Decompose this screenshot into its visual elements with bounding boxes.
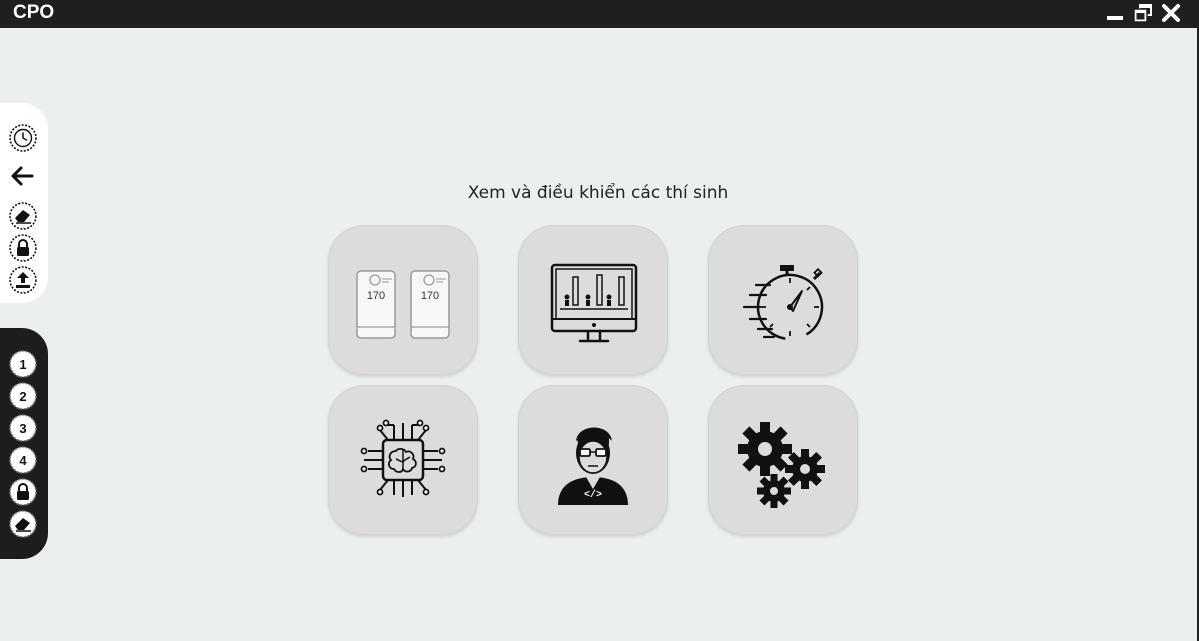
- monitor-chart-tile[interactable]: [518, 225, 668, 375]
- contestant-3-label: 3: [19, 421, 26, 436]
- minimize-icon[interactable]: [1105, 3, 1125, 23]
- stopwatch-icon: [742, 265, 824, 341]
- contestant-1-label: 1: [19, 357, 26, 372]
- page-heading: Xem và điều khiển các thí sinh: [467, 183, 729, 203]
- settings-tile[interactable]: [708, 385, 858, 535]
- contestant-4-label: 4: [19, 453, 27, 468]
- card-1-value: 170: [367, 290, 385, 302]
- title-bar: CPO: [0, 0, 1199, 28]
- lock-icon[interactable]: [8, 233, 38, 263]
- contestant-3-button[interactable]: 3: [8, 413, 38, 443]
- gears-icon: [738, 422, 825, 508]
- clock-icon[interactable]: [8, 123, 38, 153]
- contestant-2-button[interactable]: 2: [8, 381, 38, 411]
- contestant-2-label: 2: [19, 389, 26, 404]
- contestant-4-button[interactable]: 4: [8, 445, 38, 475]
- contestant-cards-tile[interactable]: 170 170: [328, 225, 478, 375]
- sidebar-tools: [0, 103, 48, 303]
- code-symbol: </>: [584, 489, 602, 501]
- eraser-icon[interactable]: [8, 509, 38, 539]
- lock-icon[interactable]: [8, 477, 38, 507]
- arrow-left-icon[interactable]: [8, 161, 38, 191]
- contestant-1-button[interactable]: 1: [8, 349, 38, 379]
- ai-chip-tile[interactable]: [328, 385, 478, 535]
- stopwatch-tile[interactable]: [708, 225, 858, 375]
- ai-chip-brain-icon: [360, 419, 446, 497]
- monitor-chart-icon: [550, 263, 638, 343]
- app-title: CPO: [13, 2, 55, 23]
- window-controls: [1105, 3, 1181, 23]
- sidebar-contestants: 1 2 3 4: [0, 328, 48, 559]
- programmer-tile[interactable]: </>: [518, 385, 668, 535]
- card-2-value: 170: [421, 290, 439, 302]
- programmer-icon: </>: [558, 427, 628, 505]
- close-icon[interactable]: [1161, 3, 1181, 23]
- contestant-cards-icon: 170 170: [356, 270, 450, 339]
- eraser-icon[interactable]: [8, 201, 38, 231]
- restore-icon[interactable]: [1133, 3, 1153, 23]
- upload-icon[interactable]: [8, 265, 38, 295]
